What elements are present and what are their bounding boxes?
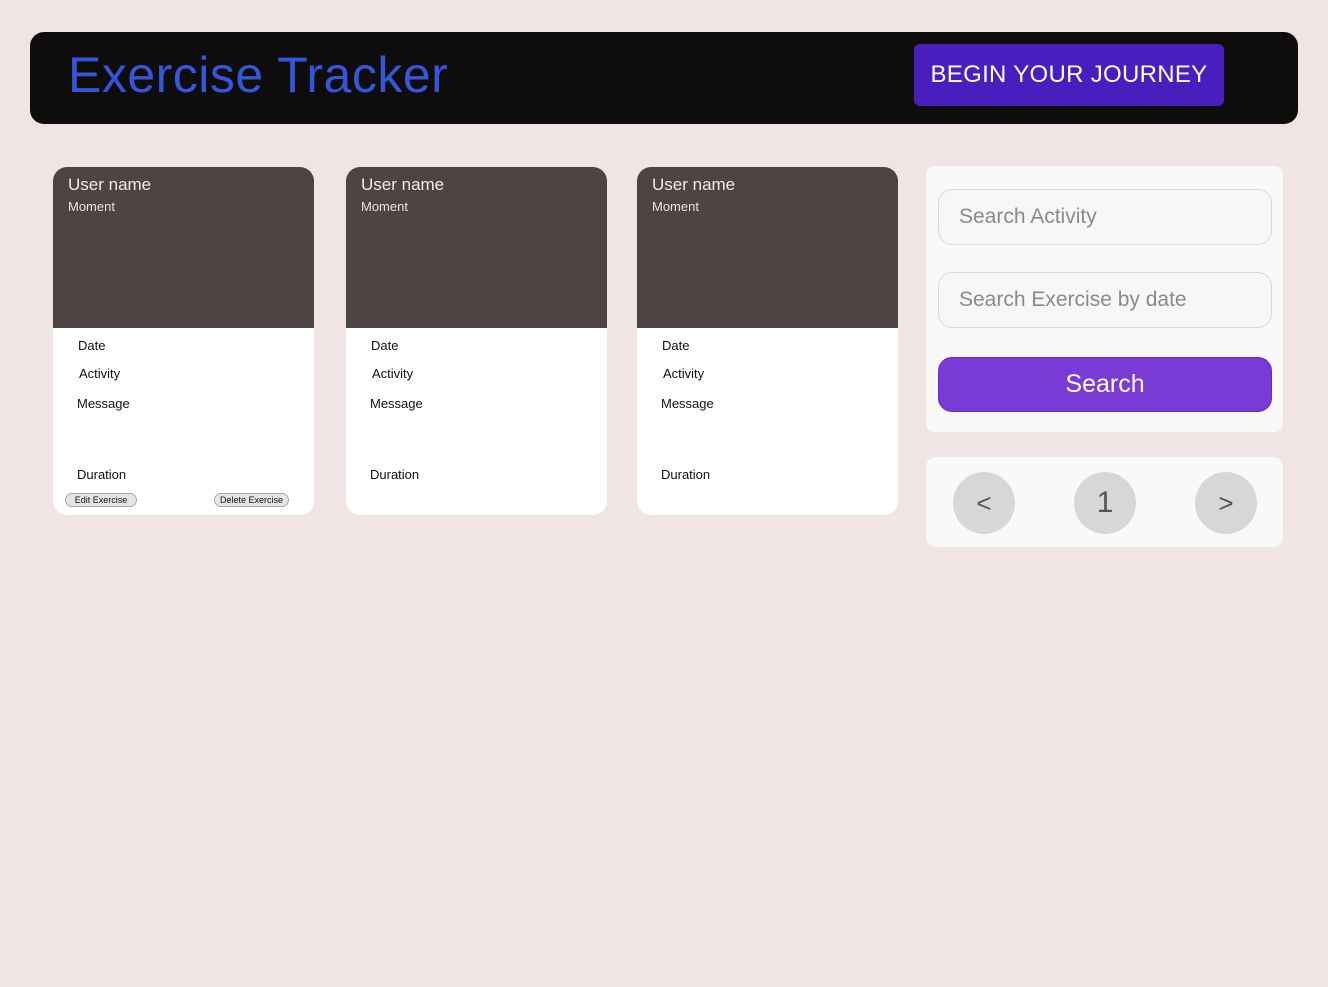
card-user-name: User name — [361, 175, 445, 194]
card-date: Date — [662, 338, 690, 353]
card-moment: Moment — [68, 199, 115, 214]
card-message: Message — [77, 396, 130, 411]
search-button[interactable]: Search — [938, 357, 1272, 412]
card-header: User name Moment — [637, 167, 898, 328]
app-title: Exercise Tracker — [68, 47, 449, 103]
search-date-input[interactable] — [938, 272, 1272, 328]
card-user-name: User name — [68, 175, 152, 194]
card-message: Message — [370, 396, 423, 411]
card-activity: Activity — [663, 366, 705, 381]
exercise-card: User name Moment Date Activity Message D… — [637, 167, 898, 515]
exercise-card: User name Moment Date Activity Message D… — [346, 167, 607, 515]
card-duration: Duration — [661, 467, 711, 482]
card-user-name: User name — [652, 175, 736, 194]
previous-page-button[interactable]: < — [953, 472, 1015, 534]
app-header: Exercise Tracker BEGIN YOUR JOURNEY — [30, 32, 1298, 124]
exercise-card: User name Moment Date Activity Message D… — [53, 167, 314, 515]
card-header: User name Moment — [346, 167, 607, 328]
search-panel: Search — [926, 166, 1283, 432]
card-message: Message — [661, 396, 714, 411]
pagination: < 1 > — [926, 457, 1283, 547]
delete-exercise-button[interactable]: Delete Exercise — [214, 493, 289, 507]
card-header: User name Moment — [53, 167, 314, 328]
card-activity: Activity — [372, 366, 414, 381]
begin-journey-button[interactable]: BEGIN YOUR JOURNEY — [914, 44, 1224, 106]
current-page-button[interactable]: 1 — [1074, 472, 1136, 534]
card-moment: Moment — [361, 199, 408, 214]
edit-exercise-button[interactable]: Edit Exercise — [65, 493, 137, 507]
card-date: Date — [78, 338, 106, 353]
card-activity: Activity — [79, 366, 121, 381]
card-duration: Duration — [370, 467, 420, 482]
next-page-button[interactable]: > — [1195, 472, 1257, 534]
search-activity-input[interactable] — [938, 189, 1272, 245]
card-moment: Moment — [652, 199, 699, 214]
card-duration: Duration — [77, 467, 127, 482]
card-date: Date — [371, 338, 399, 353]
